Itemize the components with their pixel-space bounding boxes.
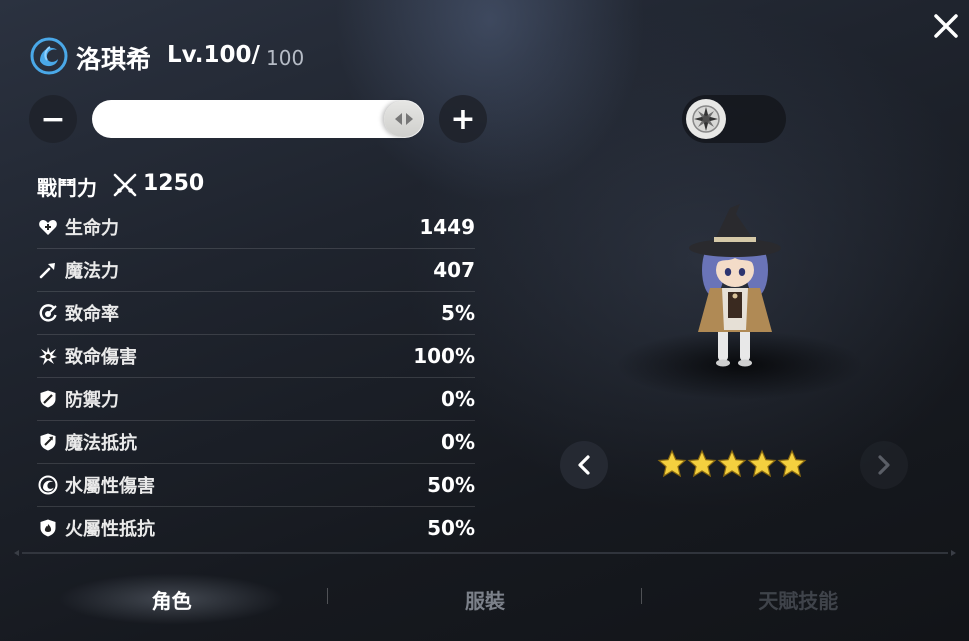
heart-plus-icon (37, 216, 59, 238)
stat-label: 致命傷害 (65, 347, 137, 368)
stat-value: 1449 (419, 215, 475, 239)
stat-row-magic-resist: 魔法抵抗 0% (37, 421, 475, 464)
water-damage-icon (37, 474, 59, 496)
stat-row-fire-resist: 火屬性抵抗 50% (37, 507, 475, 549)
stat-value: 0% (441, 430, 475, 454)
star-icon (687, 449, 717, 478)
rarity-stars (657, 449, 807, 479)
toggle-knob[interactable] (686, 99, 726, 139)
staff-icon (37, 259, 59, 281)
character-level: Lv.100/ (167, 42, 260, 68)
crossed-swords-icon (112, 172, 138, 198)
shield-icon (37, 388, 59, 410)
level-decrease-button[interactable]: − (29, 95, 77, 143)
stat-value: 50% (427, 516, 475, 540)
tab-bar: 角色 服裝 天賦技能 (15, 566, 955, 632)
star-icon (777, 449, 807, 478)
drag-arrows-icon (394, 113, 413, 125)
fire-resist-icon (37, 517, 59, 539)
tab-costume[interactable]: 服裝 (328, 566, 642, 632)
section-divider (14, 550, 956, 556)
level-increase-button[interactable]: + (439, 95, 487, 143)
stat-value: 50% (427, 473, 475, 497)
level-slider-handle[interactable] (384, 101, 423, 137)
stat-label: 水屬性傷害 (65, 476, 155, 497)
tab-talent-skills[interactable]: 天賦技能 (642, 566, 955, 632)
star-icon (657, 449, 687, 478)
stat-label: 魔法抵抗 (65, 433, 137, 454)
stat-row-water-damage: 水屬性傷害 50% (37, 464, 475, 507)
magic-shield-icon (37, 431, 59, 453)
close-icon (934, 14, 958, 38)
stat-row-mp: 魔法力 407 (37, 249, 475, 292)
stat-list: 生命力 1449 魔法力 407 致命率 5% 致命傷害 100% 防禦力 0%… (37, 206, 475, 549)
star-icon (747, 449, 777, 478)
level-slider-track[interactable] (92, 100, 424, 138)
stat-value: 100% (413, 344, 475, 368)
tab-label: 天賦技能 (758, 588, 839, 613)
critical-damage-icon (37, 345, 59, 367)
previous-character-button[interactable] (560, 441, 608, 489)
stat-row-defense: 防禦力 0% (37, 378, 475, 421)
character-name: 洛琪希 (76, 45, 152, 74)
tab-character[interactable]: 角色 (15, 566, 329, 632)
stat-label: 生命力 (65, 218, 119, 239)
tab-label: 角色 (151, 588, 192, 613)
water-element-icon (30, 37, 68, 75)
stat-row-hp: 生命力 1449 (37, 206, 475, 249)
tab-label: 服裝 (464, 588, 505, 613)
stat-row-crit-damage: 致命傷害 100% (37, 335, 475, 378)
stat-value: 0% (441, 387, 475, 411)
level-max: 100 (266, 46, 305, 70)
power-value: 1250 (143, 171, 205, 196)
close-button[interactable] (930, 10, 962, 42)
next-character-button[interactable] (860, 441, 908, 489)
character-sprite (689, 204, 781, 367)
power-label: 戰鬥力 (37, 176, 97, 200)
stat-value: 407 (433, 258, 475, 282)
chevron-left-icon (578, 455, 590, 475)
stat-label: 防禦力 (65, 390, 119, 411)
star-icon (717, 449, 747, 478)
stat-row-crit-rate: 致命率 5% (37, 292, 475, 335)
stat-label: 火屬性抵抗 (65, 519, 155, 540)
compass-star-icon (692, 105, 720, 133)
stat-label: 魔法力 (65, 261, 119, 282)
chevron-right-icon (878, 455, 890, 475)
critical-rate-icon (37, 302, 59, 324)
stat-label: 致命率 (65, 304, 119, 325)
stat-value: 5% (441, 301, 475, 325)
